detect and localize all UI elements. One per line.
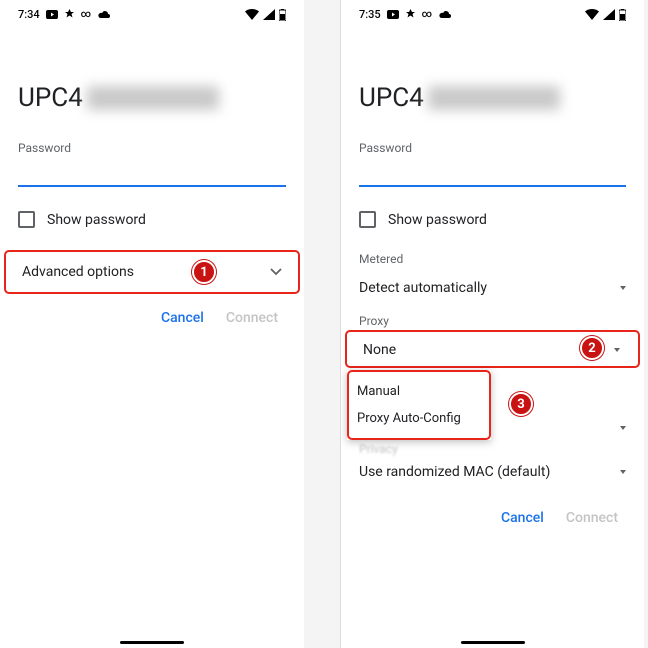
show-password-row[interactable]: Show password — [18, 211, 286, 228]
proxy-label: Proxy — [359, 314, 626, 328]
network-prefix: UPC4 — [18, 83, 83, 113]
privacy-label-truncated: Privacy — [359, 442, 626, 456]
cancel-button[interactable]: Cancel — [161, 310, 204, 326]
connect-button[interactable]: Connect — [566, 510, 618, 526]
privacy-value: Use randomized MAC (default) — [359, 464, 550, 480]
dialog-actions: Cancel Connect — [359, 492, 626, 544]
metered-value: Detect automatically — [359, 280, 487, 296]
connect-button[interactable]: Connect — [226, 310, 278, 326]
metered-dropdown[interactable]: Detect automatically — [359, 272, 626, 308]
network-name: UPC4 — [359, 83, 626, 113]
youtube-icon — [46, 10, 58, 19]
phone-left: 7:34 ∞ UPC4 Password Show password Advan… — [0, 0, 304, 648]
status-bar: 7:35 ∞ — [341, 0, 644, 27]
advanced-options-label: Advanced options — [22, 264, 134, 280]
chevron-down-icon — [620, 426, 626, 430]
home-indicator[interactable] — [120, 641, 184, 644]
network-name-blurred — [428, 86, 560, 110]
cancel-button[interactable]: Cancel — [501, 510, 544, 526]
show-password-label: Show password — [47, 212, 146, 228]
signal-icon — [603, 9, 615, 20]
checkbox-icon[interactable] — [359, 211, 376, 228]
cloud-icon — [97, 10, 111, 19]
advanced-options-row[interactable]: Advanced options — [18, 252, 286, 292]
password-input[interactable] — [359, 159, 626, 187]
home-indicator[interactable] — [461, 641, 525, 644]
proxy-popup: Manual Proxy Auto-Config — [347, 370, 491, 440]
dialog-actions: Cancel Connect — [18, 292, 286, 344]
password-input[interactable] — [18, 159, 286, 187]
network-prefix: UPC4 — [359, 83, 424, 113]
privacy-dropdown[interactable]: Use randomized MAC (default) — [359, 456, 626, 492]
wifi-icon — [245, 9, 259, 20]
network-name-blurred — [87, 86, 219, 110]
password-label: Password — [359, 141, 626, 155]
battery-icon — [619, 9, 626, 21]
marker-3: 3 — [509, 392, 533, 416]
marker-1: 1 — [192, 260, 216, 284]
network-name: UPC4 — [18, 83, 286, 113]
checkbox-icon[interactable] — [18, 211, 35, 228]
chevron-down-icon — [620, 470, 626, 474]
metered-label: Metered — [359, 252, 626, 266]
chevron-down-icon — [614, 348, 620, 352]
cast-icon — [405, 9, 416, 20]
show-password-label: Show password — [388, 212, 487, 228]
proxy-value: None — [363, 342, 396, 358]
marker-2: 2 — [580, 336, 604, 360]
proxy-option-manual[interactable]: Manual — [357, 378, 481, 405]
battery-icon — [279, 9, 286, 21]
password-label: Password — [18, 141, 286, 155]
infinity-icon: ∞ — [81, 9, 91, 20]
signal-icon — [263, 9, 275, 20]
chevron-down-icon — [270, 268, 282, 276]
proxy-option-auto[interactable]: Proxy Auto-Config — [357, 405, 481, 432]
status-time: 7:34 — [18, 8, 40, 21]
phone-right: 7:35 ∞ UPC4 Password Show password Meter… — [340, 0, 644, 648]
cloud-icon — [438, 10, 452, 19]
infinity-icon: ∞ — [422, 9, 432, 20]
chevron-down-icon — [620, 286, 626, 290]
youtube-icon — [387, 10, 399, 19]
status-bar: 7:34 ∞ — [0, 0, 304, 27]
cast-icon — [64, 9, 75, 20]
status-time: 7:35 — [359, 8, 381, 21]
wifi-icon — [585, 9, 599, 20]
show-password-row[interactable]: Show password — [359, 211, 626, 228]
